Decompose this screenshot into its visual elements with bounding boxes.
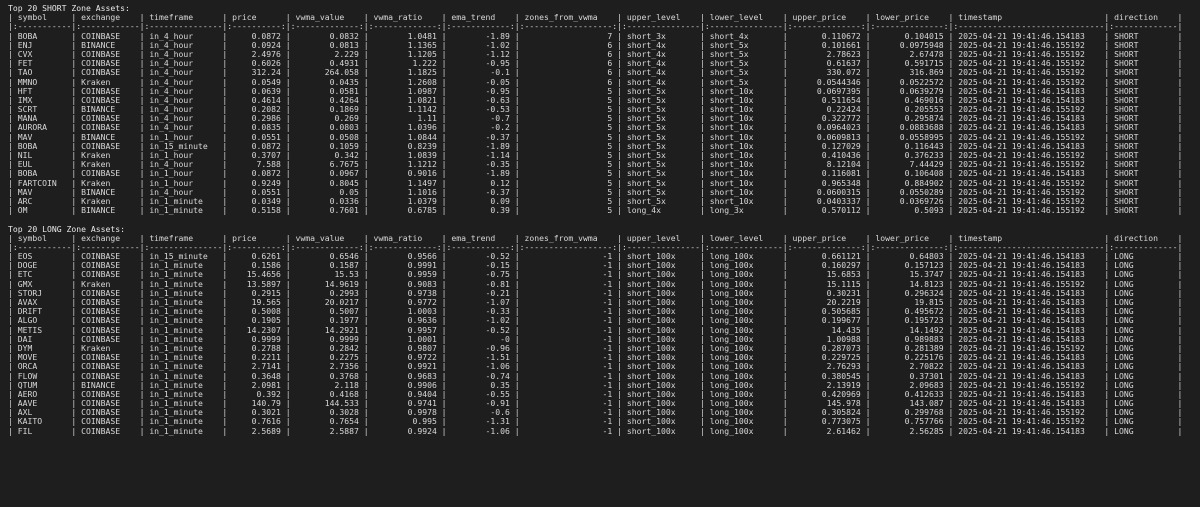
table-row: | ETC | COINBASE | in_1_minute | 15.4656… bbox=[8, 270, 1183, 280]
table-row: | EOS | COINBASE | in_15_minute | 0.6261… bbox=[8, 252, 1183, 262]
table-row: | CVX | COINBASE | in_4_hour | 2.4976 | … bbox=[8, 49, 1183, 59]
table-separator: |:-----------|:------------|:-----------… bbox=[8, 22, 1183, 32]
table-row: | AVAX | COINBASE | in_1_minute | 19.565… bbox=[8, 298, 1183, 307]
table-row: | AAVE | COINBASE | in_1_minute | 140.79… bbox=[8, 399, 1183, 409]
table-row: | ORCA | COINBASE | in_1_minute | 2.7141… bbox=[8, 362, 1183, 372]
table-header: | symbol | exchange | timeframe | price … bbox=[8, 13, 1183, 23]
table-header: | symbol | exchange | timeframe | price … bbox=[8, 233, 1183, 243]
table-row: | HFT | COINBASE | in_4_hour | 0.0639 | … bbox=[8, 86, 1183, 96]
table-row: | GMX | Kraken | in_1_minute | 13.5897 |… bbox=[8, 279, 1183, 289]
table-row: | DRIFT | COINBASE | in_1_minute | 0.500… bbox=[8, 307, 1183, 317]
long-zone-table: | symbol | exchange | timeframe | price … bbox=[8, 234, 1200, 436]
terminal-output: Top 20 SHORT Zone Assets: | symbol | exc… bbox=[0, 0, 1200, 507]
table-row: | OM | BINANCE | in_1_minute | 0.5158 | … bbox=[8, 206, 1183, 216]
table-separator: |:-----------|:------------|:-----------… bbox=[8, 242, 1183, 252]
table-row: | IMX | COINBASE | in_4_hour | 0.4614 | … bbox=[8, 95, 1183, 105]
table-row: | METIS | COINBASE | in_1_minute | 14.23… bbox=[8, 325, 1183, 335]
table-row: | FIL | COINBASE | in_1_minute | 2.5689 … bbox=[8, 426, 1183, 436]
table-row: | MAV | BINANCE | in_1_hour | 0.0551 | 0… bbox=[8, 132, 1183, 142]
table-row: | ARC | Kraken | in_1_minute | 0.0349 | … bbox=[8, 196, 1183, 206]
table-row: | FLOW | COINBASE | in_1_minute | 0.3648… bbox=[8, 371, 1183, 381]
table-row: | BOBA | COINBASE | in_1_hour | 0.0872 |… bbox=[8, 169, 1183, 179]
short-zone-table: | symbol | exchange | timeframe | price … bbox=[8, 13, 1200, 215]
table-row: | STORJ | COINBASE | in_1_minute | 0.291… bbox=[8, 288, 1183, 298]
table-row: | FARTCOIN | Kraken | in_1_hour | 0.9249… bbox=[8, 178, 1183, 188]
table-row: | ALGO | COINBASE | in_1_minute | 0.1905… bbox=[8, 316, 1183, 326]
table-row: | DYM | Kraken | in_1_minute | 0.2788 | … bbox=[8, 343, 1183, 353]
table-row: | MOVE | COINBASE | in_1_minute | 0.2211… bbox=[8, 353, 1183, 363]
table-row: | MMNO | Kraken | in_4_hour | 0.0549 | 0… bbox=[8, 77, 1183, 87]
table-row: | BOBA | COINBASE | in_4_hour | 0.0872 |… bbox=[8, 31, 1183, 41]
table-row: | AXL | COINBASE | in_1_minute | 0.3021 … bbox=[8, 408, 1183, 418]
table-row: | NIL | Kraken | in_1_hour | 0.3707 | 0.… bbox=[8, 151, 1183, 160]
table-row: | QTUM | BINANCE | in_1_minute | 2.0981 … bbox=[8, 380, 1183, 390]
table-row: | KAITO | COINBASE | in_1_minute | 0.761… bbox=[8, 417, 1183, 427]
table-row: | DAI | COINBASE | in_1_minute | 0.9999 … bbox=[8, 334, 1183, 344]
table-row: | SCRT | BINANCE | in_4_hour | 0.2082 | … bbox=[8, 105, 1183, 115]
short-table-title: Top 20 SHORT Zone Assets: bbox=[8, 4, 130, 13]
long-table-title: Top 20 LONG Zone Assets: bbox=[8, 224, 125, 234]
table-row: | FET | COINBASE | in_4_hour | 0.6026 | … bbox=[8, 59, 1183, 69]
table-row: | AERO | COINBASE | in_1_minute | 0.392 … bbox=[8, 389, 1183, 399]
table-row: | ENJ | BINANCE | in_4_hour | 0.0924 | 0… bbox=[8, 40, 1183, 50]
table-row: | EUL | Kraken | in_4_hour | 7.588 | 6.7… bbox=[8, 160, 1183, 170]
table-row: | BOBA | COINBASE | in_15_minute | 0.087… bbox=[8, 141, 1183, 151]
table-row: | MANA | COINBASE | in_4_hour | 0.2986 |… bbox=[8, 114, 1183, 124]
table-row: | AURORA | COINBASE | in_4_hour | 0.0835… bbox=[8, 123, 1183, 133]
table-row: | MAV | BINANCE | in_4_hour | 0.0551 | 0… bbox=[8, 187, 1183, 197]
table-row: | DOGE | COINBASE | in_1_minute | 0.1586… bbox=[8, 261, 1183, 271]
table-row: | TAO | COINBASE | in_4_hour | 312.24 | … bbox=[8, 68, 1183, 78]
